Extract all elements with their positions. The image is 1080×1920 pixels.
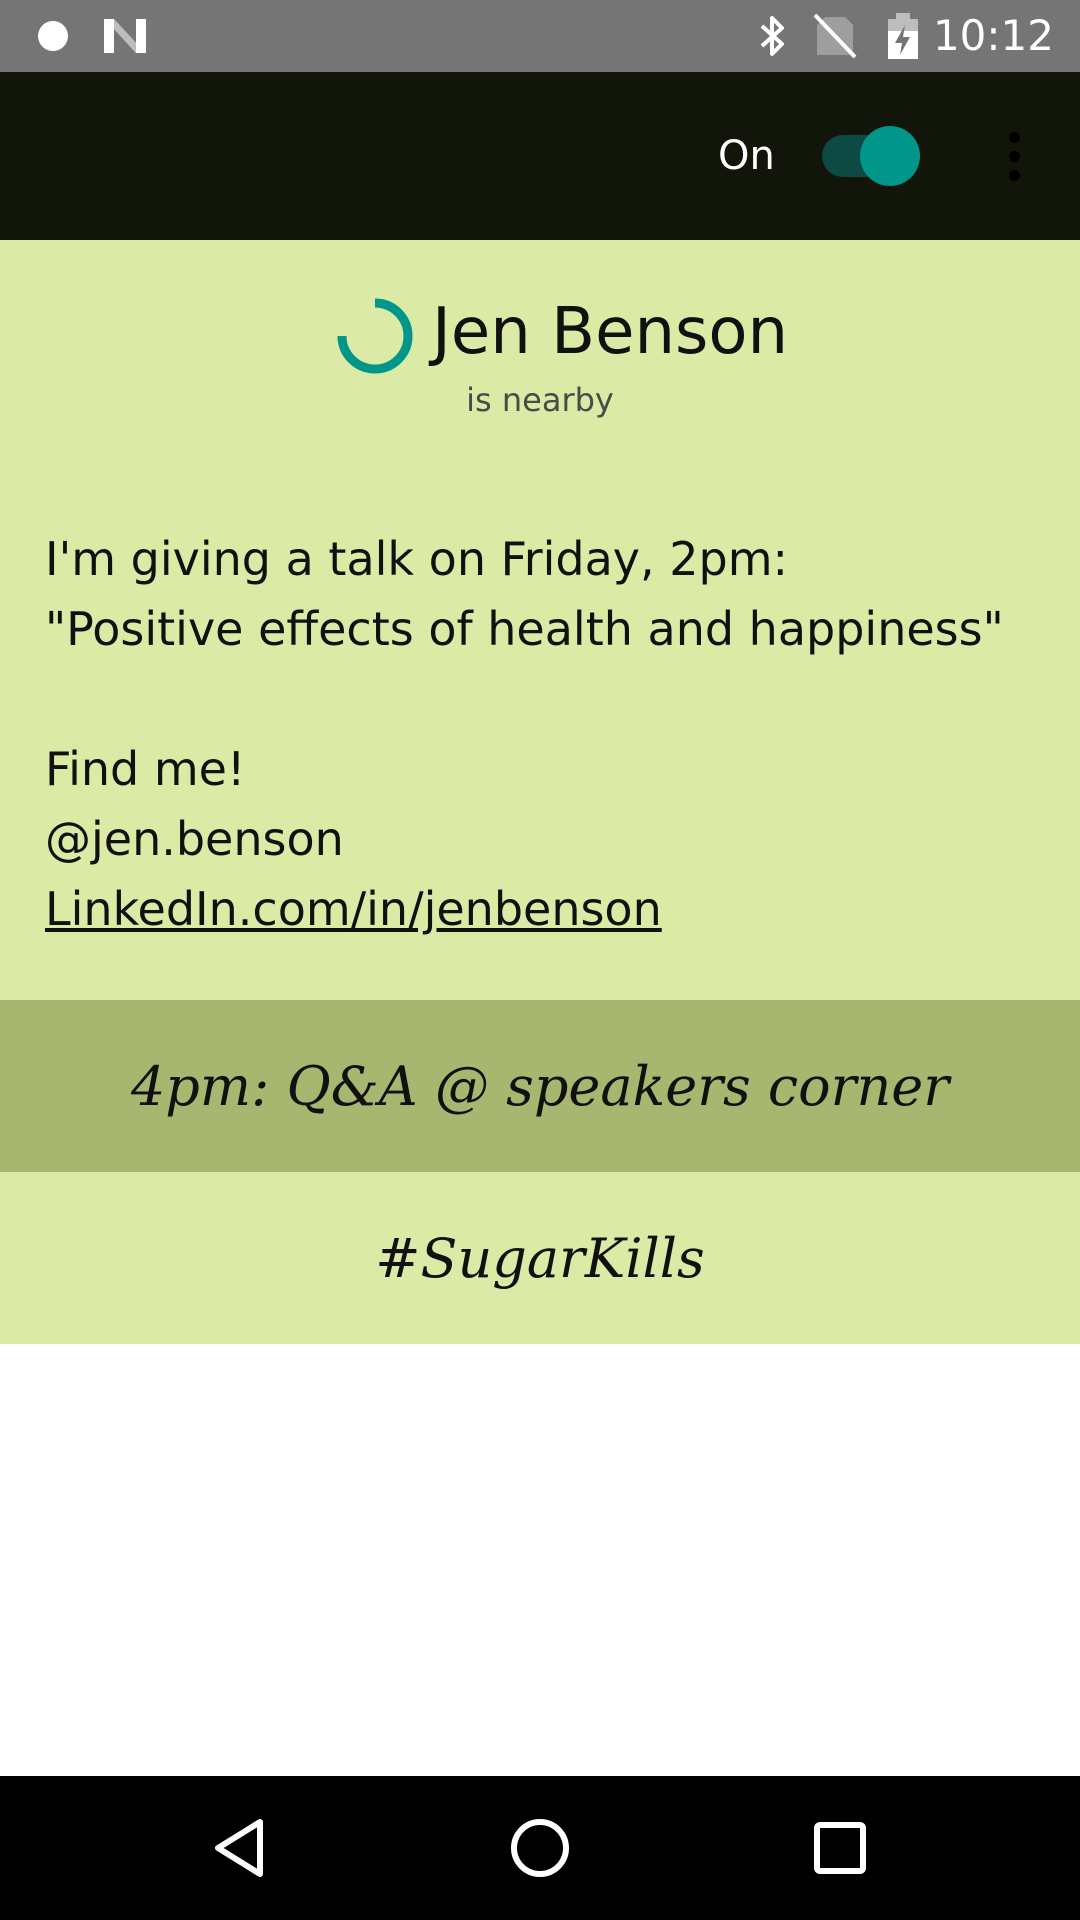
notification-dot-icon — [36, 0, 70, 72]
back-icon[interactable] — [180, 1776, 300, 1920]
message-body: I'm giving a talk on Friday, 2pm: "Posit… — [45, 524, 1045, 944]
switch-thumb — [860, 126, 920, 186]
battery-charging-icon — [886, 0, 920, 72]
event-banner: 4pm: Q&A @ speakers corner — [0, 1000, 1080, 1172]
navigation-bar — [0, 1776, 1080, 1920]
n-logo-icon — [102, 0, 148, 72]
on-off-switch[interactable] — [822, 126, 922, 186]
message-line-blank — [45, 664, 1045, 734]
person-name: Jen Benson — [432, 295, 789, 369]
bluetooth-icon — [756, 0, 790, 72]
no-sim-icon — [813, 0, 857, 72]
home-icon[interactable] — [480, 1776, 600, 1920]
overflow-menu-icon[interactable] — [990, 126, 1038, 186]
message-line: @jen.benson — [45, 812, 344, 866]
app-bar: On — [0, 72, 1080, 240]
beacon-card: Jen Benson is nearby I'm giving a talk o… — [0, 240, 1080, 1000]
loading-spinner-icon — [337, 298, 413, 374]
linkedin-link[interactable]: LinkedIn.com/in/jenbenson — [45, 882, 662, 936]
status-bar: 10:12 — [0, 0, 1080, 72]
toggle-label: On — [718, 133, 775, 179]
status-clock: 10:12 — [932, 11, 1054, 60]
hashtag-label: #SugarKills — [0, 1172, 1080, 1344]
message-line: "Positive effects of health and happines… — [45, 602, 1004, 656]
recents-icon[interactable] — [780, 1776, 900, 1920]
message-line: Find me! — [45, 742, 246, 796]
message-line: I'm giving a talk on Friday, 2pm: — [45, 532, 789, 586]
nearby-label: is nearby — [466, 381, 614, 419]
screen: 10:12 On Jen Benson is nearby I'm giving… — [0, 0, 1080, 1920]
